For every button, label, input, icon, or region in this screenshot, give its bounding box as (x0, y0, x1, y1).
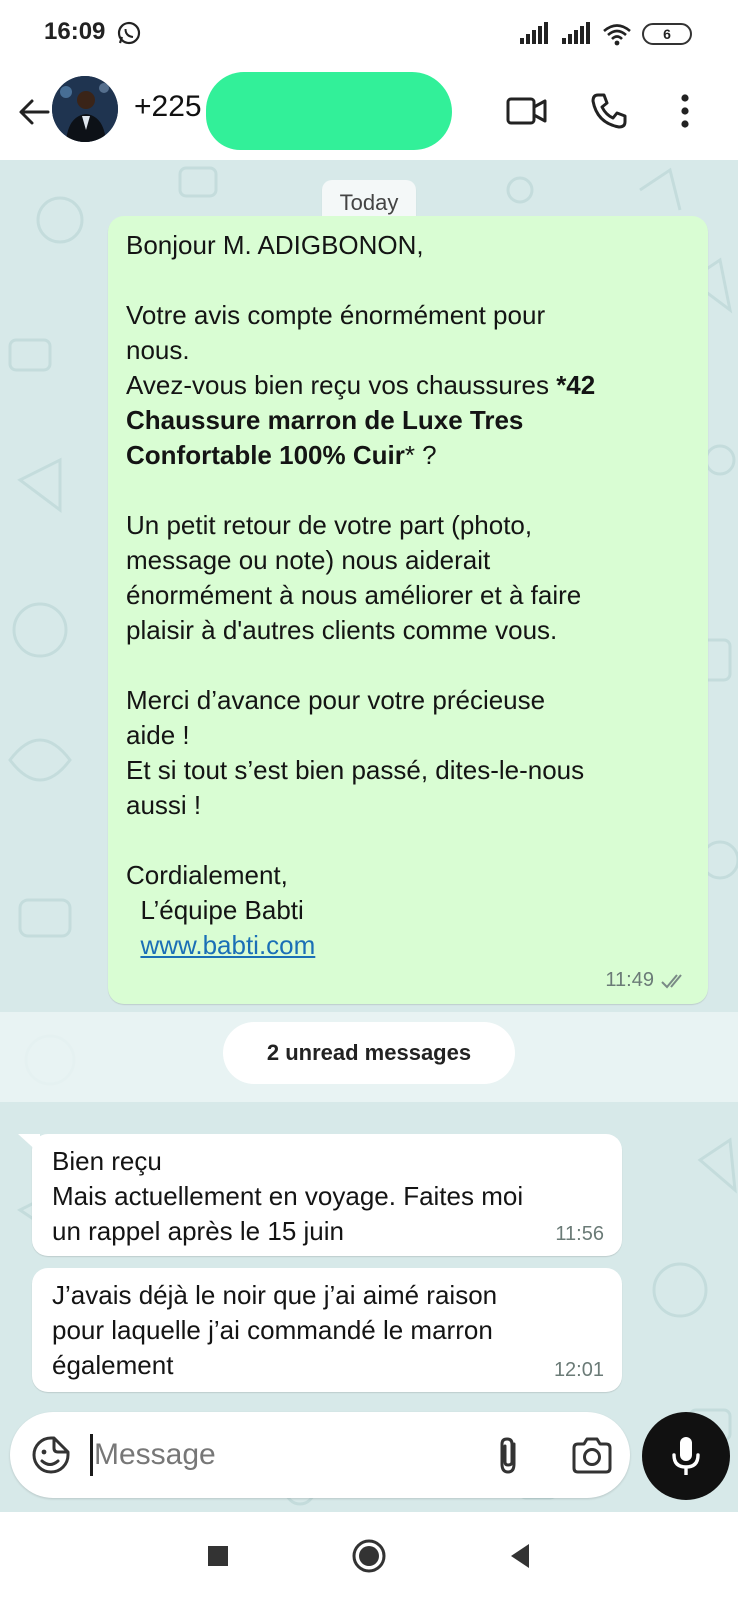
msg-line: Confortable 100% Cuir* ? (126, 440, 437, 470)
back-arrow-icon (19, 99, 50, 125)
message-text: Bonjour M. ADIGBONON, Votre avis compte … (126, 228, 690, 963)
recents-square-icon (208, 1546, 228, 1566)
msg-line: énormément à nous améliorer et à faire (126, 580, 582, 610)
message-text: Bien reçu Mais actuellement en voyage. F… (52, 1144, 604, 1249)
msg-line: pour laquelle j’ai commandé le marron (52, 1315, 493, 1345)
battery-text: 6 (663, 26, 671, 42)
redaction-mark (206, 72, 452, 150)
recents-button[interactable] (196, 1534, 240, 1578)
msg-line: Chaussure marron de Luxe Tres (126, 405, 524, 435)
msg-line: Bonjour M. ADIGBONON, (126, 230, 424, 260)
video-call-button[interactable] (502, 86, 552, 136)
chat-header: +225 (0, 68, 738, 160)
unread-divider: 2 unread messages (0, 1012, 738, 1102)
double-check-icon (661, 973, 682, 988)
msg-line: aide ! (126, 720, 190, 750)
bubble-tail (18, 1134, 40, 1154)
message-time: 11:56 (555, 1223, 604, 1245)
msg-line: J’avais déjà le noir que j’ai aimé raiso… (52, 1280, 498, 1310)
msg-line: www.babti.com (126, 928, 690, 963)
emoji-icon[interactable] (30, 1434, 72, 1476)
message-composer (10, 1412, 630, 1498)
phone-icon (591, 93, 627, 129)
incoming-message[interactable]: Bien reçu Mais actuellement en voyage. F… (18, 1134, 622, 1256)
msg-line: message ou note) nous aiderait (126, 545, 491, 575)
msg-line: Votre avis compte énormément pour (126, 300, 546, 330)
msg-line: Et si tout s’est bien passé, dites-le-no… (126, 755, 585, 785)
back-nav-button[interactable] (498, 1534, 542, 1578)
camera-icon[interactable] (570, 1434, 614, 1478)
status-bar: 16:09 6 (0, 0, 738, 68)
msg-line: Mais actuellement en voyage. Faites moi (52, 1181, 524, 1211)
system-nav-bar (0, 1512, 738, 1600)
home-circle-icon (352, 1539, 386, 1573)
msg-line: Un petit retour de votre part (photo, (126, 510, 533, 540)
attach-icon[interactable] (488, 1434, 528, 1478)
contact-name[interactable]: +225 (134, 90, 202, 124)
mic-icon (672, 1437, 700, 1475)
back-button[interactable] (12, 90, 56, 134)
msg-line: L’équipe Babti (126, 895, 304, 925)
avatar-image (52, 76, 118, 142)
unread-messages-chip: 2 unread messages (223, 1022, 515, 1084)
wifi-icon (603, 24, 631, 46)
more-options-button[interactable] (660, 86, 710, 136)
msg-line: également (52, 1350, 174, 1380)
msg-line: Cordialement, (126, 860, 288, 890)
avatar[interactable] (52, 76, 118, 142)
status-icons: 6 (518, 20, 692, 48)
signal-icon (520, 22, 548, 44)
voice-call-button[interactable] (584, 86, 634, 136)
more-vert-icon (681, 94, 689, 128)
msg-line: plaisir à d'autres clients comme vous. (126, 615, 558, 645)
message-input[interactable] (94, 1430, 454, 1480)
msg-line: un rappel après le 15 juin (52, 1216, 344, 1246)
msg-line: Avez-vous bien reçu vos chaussures *42 (126, 370, 596, 400)
msg-line: Merci d’avance pour votre précieuse (126, 685, 546, 715)
msg-line: aussi ! (126, 790, 202, 820)
outgoing-message[interactable]: Bonjour M. ADIGBONON, Votre avis compte … (108, 216, 708, 1004)
home-button[interactable] (347, 1534, 391, 1578)
msg-line: nous. (126, 335, 190, 365)
battery-icon: 6 (642, 23, 692, 45)
message-time: 12:01 (553, 1359, 604, 1381)
message-meta: 11:49 (605, 969, 690, 992)
website-link[interactable]: www.babti.com (140, 930, 315, 960)
message-text: J’avais déjà le noir que j’ai aimé raiso… (52, 1278, 604, 1383)
chat-area[interactable]: Today Bonjour M. ADIGBONON, Votre avis c… (0, 160, 738, 1512)
whatsapp-icon (117, 21, 141, 45)
incoming-message[interactable]: J’avais déjà le noir que j’ai aimé raiso… (32, 1268, 622, 1392)
back-triangle-icon (511, 1544, 529, 1568)
status-time: 16:09 (44, 18, 106, 45)
msg-line: Bien reçu (52, 1146, 162, 1176)
message-time: 11:49 (605, 969, 654, 991)
signal-icon (562, 22, 590, 44)
text-cursor (90, 1434, 93, 1476)
mic-button[interactable] (642, 1412, 730, 1500)
video-call-icon (506, 97, 547, 125)
